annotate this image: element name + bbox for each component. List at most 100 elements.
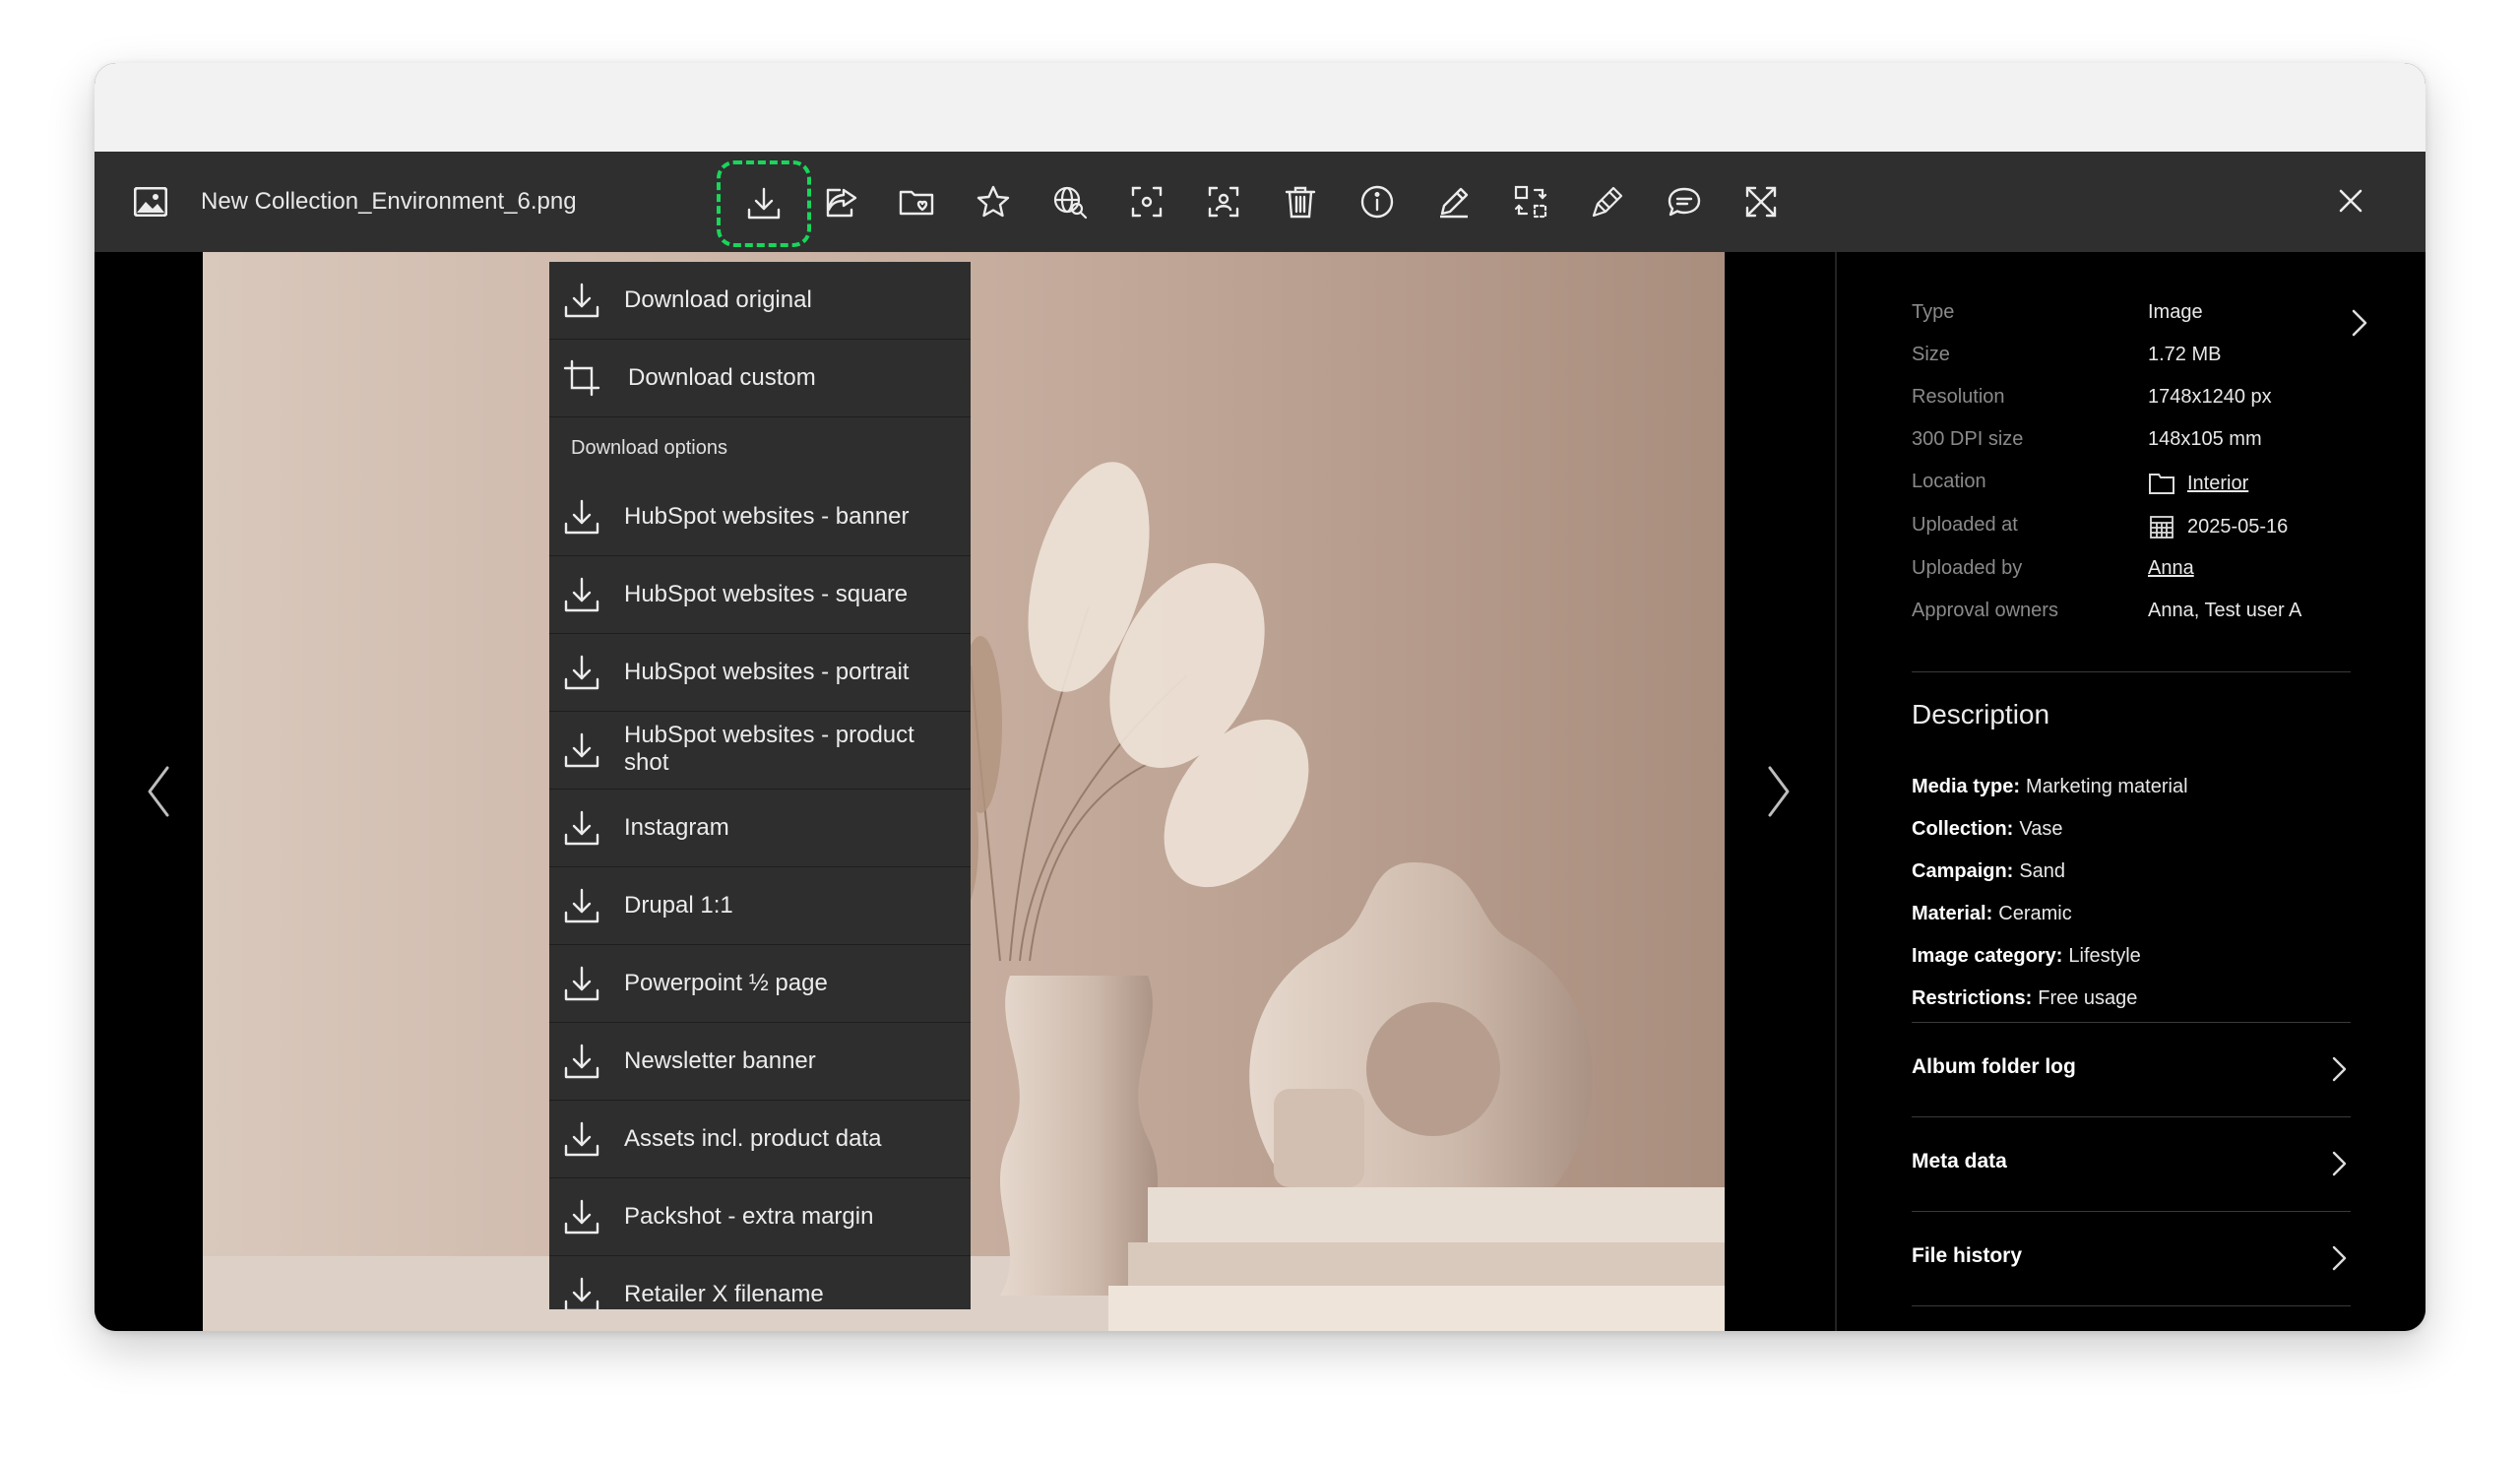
- info-icon: [1360, 185, 1394, 219]
- chevron-right-icon: [1768, 766, 1790, 817]
- menu-item-label: HubSpot websites - banner: [624, 503, 910, 530]
- delete-button[interactable]: [1276, 177, 1325, 226]
- add-to-folder-button[interactable]: [892, 177, 941, 226]
- download-icon: [564, 888, 599, 923]
- calendar-icon: [2150, 516, 2174, 539]
- divider: [1912, 671, 2351, 672]
- image-viewer: Download original Download custom Downlo…: [94, 252, 1835, 1331]
- meta-resolution: Resolution 1748x1240 px: [1912, 386, 2272, 408]
- download-icon: [564, 1044, 599, 1079]
- chevron-left-icon: [148, 766, 169, 817]
- trash-icon: [1285, 186, 1316, 219]
- edit-button[interactable]: [1429, 177, 1479, 226]
- download-option-item[interactable]: Powerpoint ½ page: [549, 945, 971, 1023]
- description-field: Restrictions: Free usage: [1912, 987, 2138, 1009]
- menu-item-label: HubSpot websites - square: [624, 581, 909, 607]
- meta-uploaded-at: Uploaded at 2025-05-16: [1912, 514, 2364, 553]
- pencil-icon: [1440, 187, 1469, 219]
- download-options-heading: Download options: [571, 437, 727, 459]
- description-field: Material: Ceramic: [1912, 903, 2072, 924]
- download-option-item[interactable]: Instagram: [549, 790, 971, 867]
- close-button[interactable]: [2331, 181, 2370, 221]
- file-history-accordion[interactable]: File history: [1912, 1211, 2351, 1305]
- file-name: New Collection_Environment_6.png: [201, 188, 577, 215]
- meta-location: Location Interior: [1912, 471, 2364, 510]
- menu-item-label: Drupal 1:1: [624, 892, 733, 919]
- folder-heart-icon: [899, 190, 934, 216]
- info-button[interactable]: [1353, 177, 1402, 226]
- download-icon: [564, 1277, 599, 1309]
- download-option-item[interactable]: HubSpot websites - product shot: [549, 712, 971, 790]
- menu-item-label: Instagram: [624, 814, 729, 841]
- download-button[interactable]: [717, 160, 811, 247]
- menu-item-label: Assets incl. product data: [624, 1125, 882, 1152]
- meta-dpi-size: 300 DPI size 148x105 mm: [1912, 428, 2262, 450]
- divider: [1912, 1305, 2351, 1306]
- focus-icon: [1131, 186, 1163, 218]
- download-option-item[interactable]: HubSpot websites - banner: [549, 478, 971, 556]
- download-icon: [564, 283, 599, 318]
- download-option-item[interactable]: HubSpot websites - square: [549, 556, 971, 634]
- fullscreen-button[interactable]: [1736, 177, 1786, 226]
- chevron-right-icon: [2332, 1151, 2347, 1176]
- download-menu: Download original Download custom Downlo…: [549, 262, 971, 1309]
- menu-item-label: HubSpot websites - product shot: [624, 722, 914, 776]
- download-option-item[interactable]: Packshot - extra margin: [549, 1178, 971, 1256]
- toolbar: New Collection_Environment_6.png: [94, 152, 2426, 252]
- menu-item-label: Download original: [624, 286, 812, 313]
- download-icon: [747, 187, 781, 220]
- chevron-right-icon: [2332, 1245, 2347, 1271]
- menu-item-label: Powerpoint ½ page: [624, 970, 828, 996]
- star-icon: [976, 185, 1010, 218]
- next-image-button[interactable]: [1748, 756, 1807, 827]
- comment-button[interactable]: [1660, 177, 1709, 226]
- chevron-right-icon: [2332, 1056, 2347, 1082]
- download-icon: [564, 655, 599, 690]
- download-icon: [564, 577, 599, 612]
- download-icon: [564, 1199, 599, 1235]
- replace-button[interactable]: [1506, 177, 1555, 226]
- menu-item-label: Download custom: [628, 364, 816, 391]
- download-option-item[interactable]: Retailer X filename: [549, 1256, 971, 1309]
- location-link[interactable]: Interior: [2187, 473, 2248, 495]
- download-custom-item[interactable]: Download custom: [549, 340, 971, 417]
- previous-image-button[interactable]: [130, 756, 189, 827]
- meta-approval-owners: Approval owners Anna, Test user A: [1912, 600, 2302, 621]
- close-icon: [2339, 189, 2362, 213]
- download-option-item[interactable]: Drupal 1:1: [549, 867, 971, 945]
- description-field: Campaign: Sand: [1912, 860, 2066, 882]
- download-option-item[interactable]: Newsletter banner: [549, 1023, 971, 1101]
- download-option-item[interactable]: HubSpot websites - portrait: [549, 634, 971, 712]
- window-titlebar: [94, 63, 2426, 152]
- menu-item-label: HubSpot websites - portrait: [624, 659, 910, 685]
- annotate-button[interactable]: [1583, 177, 1632, 226]
- uploader-link[interactable]: Anna: [2148, 557, 2194, 580]
- share-button[interactable]: [817, 177, 866, 226]
- description-field: Media type: Marketing material: [1912, 776, 2188, 797]
- download-original-item[interactable]: Download original: [549, 262, 971, 340]
- share-icon: [826, 188, 857, 218]
- menu-item-label: Packshot - extra margin: [624, 1203, 874, 1230]
- face-detect-button[interactable]: [1199, 177, 1248, 226]
- person-frame-icon: [1208, 186, 1239, 218]
- album-folder-log-accordion[interactable]: Album folder log: [1912, 1022, 2351, 1116]
- download-icon: [564, 499, 599, 535]
- swap-frames-icon: [1514, 185, 1547, 219]
- description-title: Description: [1912, 699, 2050, 729]
- meta-size: Size 1.72 MB: [1912, 344, 2222, 365]
- download-icon: [564, 1121, 599, 1157]
- download-icon: [564, 810, 599, 846]
- meta-data-accordion[interactable]: Meta data: [1912, 1116, 2351, 1211]
- favorite-button[interactable]: [969, 177, 1018, 226]
- crop-icon: [563, 359, 600, 397]
- focus-button[interactable]: [1122, 177, 1171, 226]
- description-field: Collection: Vase: [1912, 818, 2063, 840]
- download-icon: [564, 966, 599, 1001]
- description-field: Image category: Lifestyle: [1912, 945, 2141, 967]
- globe-search-icon: [1053, 186, 1088, 220]
- menu-item-label: Retailer X filename: [624, 1281, 824, 1307]
- meta-uploaded-by: Uploaded by Anna: [1912, 557, 2194, 580]
- download-option-item[interactable]: Assets incl. product data: [549, 1101, 971, 1178]
- speech-bubble-icon: [1668, 187, 1701, 217]
- web-search-button[interactable]: [1045, 177, 1095, 226]
